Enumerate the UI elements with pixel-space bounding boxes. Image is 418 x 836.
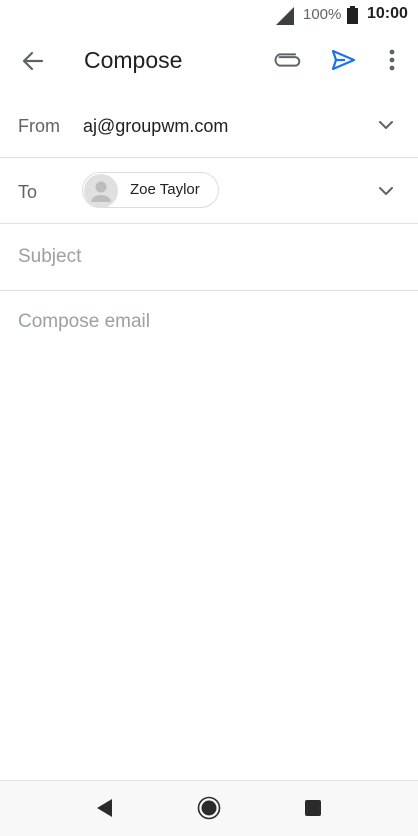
back-button[interactable] (14, 42, 52, 80)
send-icon (331, 49, 356, 71)
more-options-button[interactable] (378, 42, 406, 78)
recipient-chip[interactable]: Zoe Taylor (82, 172, 219, 208)
recipient-name: Zoe Taylor (130, 181, 200, 198)
subject-row[interactable]: Subject (0, 224, 418, 291)
to-row[interactable]: To Zoe Taylor (0, 158, 418, 224)
system-nav-bar (0, 780, 418, 836)
chevron-down-icon[interactable] (374, 179, 398, 203)
avatar (84, 174, 118, 208)
clock: 10:00 (367, 5, 408, 22)
status-bar: 100% 10:00 (0, 0, 418, 30)
from-label: From (18, 116, 60, 136)
back-arrow-icon (22, 51, 44, 71)
paperclip-icon (274, 53, 301, 67)
battery-percent: 100% (303, 6, 342, 23)
chevron-down-icon[interactable] (374, 113, 398, 137)
signal-icon (276, 7, 294, 25)
more-vert-icon (389, 49, 395, 71)
send-button[interactable] (325, 42, 361, 78)
from-account[interactable]: aj@groupwm.com (83, 116, 228, 137)
nav-home-icon[interactable] (197, 796, 221, 820)
battery-icon (347, 6, 358, 24)
to-label: To (18, 182, 38, 202)
person-icon (91, 181, 111, 202)
page-title: Compose (84, 47, 183, 73)
subject-input[interactable]: Subject (18, 246, 81, 268)
from-row[interactable]: From aj@groupwm.com (0, 92, 418, 158)
attach-button[interactable] (270, 42, 306, 78)
nav-recents-icon[interactable] (305, 800, 321, 816)
compose-toolbar: Compose (0, 30, 418, 92)
nav-back-icon[interactable] (94, 797, 114, 819)
compose-body-input[interactable]: Compose email (18, 311, 150, 333)
